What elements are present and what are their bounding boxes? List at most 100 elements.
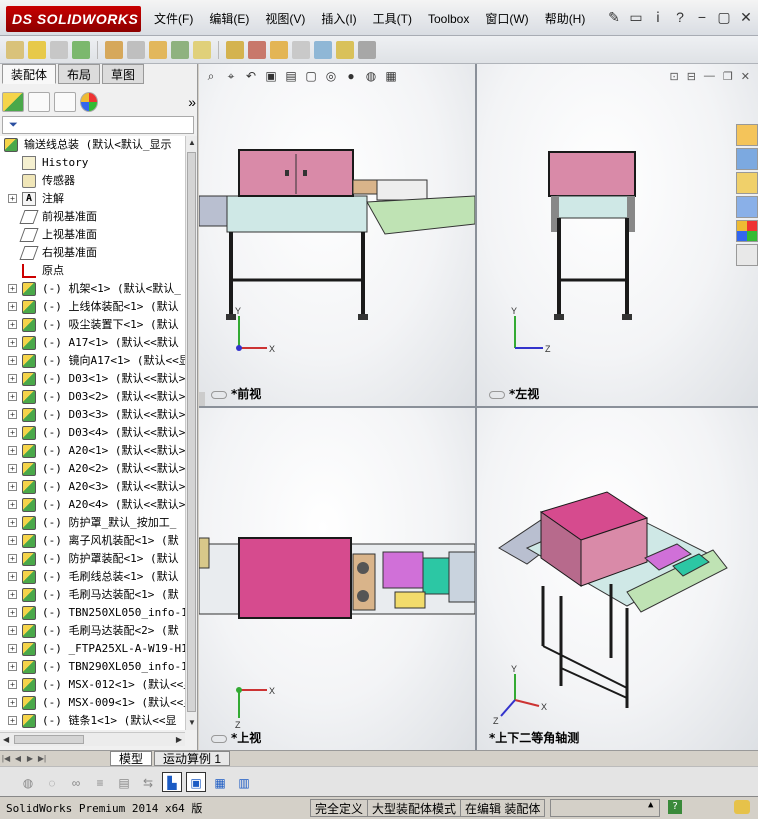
viewport-front[interactable]: ⌕ ⌖ ↶ ▣ ▤ ▢ ◎ ● ◍ ▦ Y X *前视: [199, 64, 475, 406]
appearances-icon[interactable]: [736, 220, 758, 242]
tree-item[interactable]: + A 注解: [0, 190, 185, 208]
tree-item[interactable]: + (-) 链条1<1> (默认<<显: [0, 712, 185, 730]
tree-horizontal-thumb[interactable]: [14, 735, 84, 744]
explode-line-icon[interactable]: [292, 40, 310, 59]
tree-item[interactable]: + (-) A20<3> (默认<<默认>: [0, 478, 185, 496]
play-icon[interactable]: ◌: [42, 772, 62, 792]
tab-assembly[interactable]: 装配体: [2, 64, 57, 84]
prev-tab-icon[interactable]: ◀: [12, 753, 24, 765]
tree-item[interactable]: 输送线总装 (默认<默认_显示: [0, 136, 185, 154]
update-speedpak-icon[interactable]: [336, 40, 354, 59]
viewport-left[interactable]: ⊡ ⊟ — ❐ ✕ Y Z *左视: [477, 64, 758, 406]
expand-toggle-icon[interactable]: +: [8, 482, 17, 491]
tab-motion-study[interactable]: 运动算例 1: [154, 751, 231, 766]
expand-toggle-icon[interactable]: +: [8, 410, 17, 419]
menu-window[interactable]: 窗口(W): [477, 8, 536, 30]
tree-item[interactable]: + (-) 上线体装配<1> (默认: [0, 298, 185, 316]
timeline-icon[interactable]: ≡: [90, 772, 110, 792]
tree-item[interactable]: History: [0, 154, 185, 172]
zoom-to-fit-icon[interactable]: ⌕: [203, 68, 219, 84]
tree-horizontal-scrollbar[interactable]: ◀ ▶: [0, 732, 185, 746]
expand-toggle-icon[interactable]: +: [8, 320, 17, 329]
link-views-icon[interactable]: ⊡: [669, 70, 678, 83]
apply-scene-icon[interactable]: ◍: [363, 68, 379, 84]
3d-view-icon[interactable]: ▣: [186, 771, 206, 792]
expand-toggle-icon[interactable]: +: [8, 716, 17, 725]
expand-toggle-icon[interactable]: +: [8, 302, 17, 311]
expand-toggle-icon[interactable]: +: [8, 338, 17, 347]
tree-item[interactable]: 前视基准面: [0, 208, 185, 226]
expand-toggle-icon[interactable]: +: [8, 536, 17, 545]
tree-item[interactable]: + (-) 毛刷马达装配<2> (默: [0, 622, 185, 640]
expand-toggle-icon[interactable]: +: [8, 392, 17, 401]
status-tag-icon[interactable]: [734, 800, 750, 814]
custom-properties-icon[interactable]: [736, 244, 758, 266]
tree-item[interactable]: + (-) MSX-009<1> (默认<<显: [0, 694, 185, 712]
menu-file[interactable]: 文件(F): [146, 8, 201, 30]
view-settings-icon[interactable]: ▦: [383, 68, 399, 84]
tree-item[interactable]: + (-) A20<2> (默认<<默认>: [0, 460, 185, 478]
viewport-isometric[interactable]: Y X Z *上下二等角轴测: [477, 408, 758, 750]
linear-pattern-icon[interactable]: [72, 40, 90, 59]
key-list-icon[interactable]: ▤: [114, 772, 134, 792]
first-tab-icon[interactable]: |◀: [0, 753, 12, 765]
tree-item[interactable]: + (-) D03<1> (默认<<默认>: [0, 370, 185, 388]
reference-geometry-icon[interactable]: [193, 40, 211, 59]
viewport-top[interactable]: X Z *上视: [199, 408, 475, 750]
smart-fasteners-icon[interactable]: [105, 40, 123, 59]
expand-toggle-icon[interactable]: +: [8, 374, 17, 383]
tree-item[interactable]: + (-) D03<3> (默认<<默认>: [0, 406, 185, 424]
tree-item[interactable]: + (-) TBN290XL050_info-1-: [0, 658, 185, 676]
expand-toggle-icon[interactable]: +: [8, 644, 17, 653]
new-document-icon[interactable]: ▭: [628, 8, 644, 26]
exploded-view-icon[interactable]: [270, 40, 288, 59]
expand-toggle-icon[interactable]: +: [8, 698, 17, 707]
close-icon[interactable]: ✕: [738, 8, 754, 26]
split-handle[interactable]: [199, 392, 205, 406]
tree-item[interactable]: + (-) 毛刷马达装配<1> (默: [0, 586, 185, 604]
solidworks-resources-icon[interactable]: [736, 124, 758, 146]
expand-toggle-icon[interactable]: +: [8, 356, 17, 365]
display-manager-icon[interactable]: [80, 92, 98, 112]
tree-item[interactable]: + (-) TBN250XL050_info-1-: [0, 604, 185, 622]
tree-item[interactable]: + (-) A20<4> (默认<<默认>: [0, 496, 185, 514]
tree-item[interactable]: + (-) 离子风机装配<1> (默: [0, 532, 185, 550]
tree-item[interactable]: + (-) 吸尘装置下<1> (默认: [0, 316, 185, 334]
expand-toggle-icon[interactable]: +: [8, 464, 17, 473]
solidworks-logo[interactable]: DS SOLIDWORKS: [6, 6, 141, 32]
menu-insert[interactable]: 插入(I): [313, 8, 364, 30]
expand-toggle-icon[interactable]: +: [8, 572, 17, 581]
tree-item[interactable]: + (-) MSX-012<1> (默认<<显: [0, 676, 185, 694]
menu-toolbox[interactable]: Toolbox: [420, 8, 477, 30]
restore-icon[interactable]: ▢: [716, 8, 732, 26]
take-snapshot-icon[interactable]: [358, 40, 376, 59]
move-component-icon[interactable]: [127, 40, 145, 59]
expand-toggle-icon[interactable]: +: [8, 662, 17, 671]
assembly-features-icon[interactable]: [171, 40, 189, 59]
viewport-minimize-icon[interactable]: —: [704, 70, 715, 83]
tab-layout[interactable]: 布局: [58, 64, 101, 84]
new-motion-study-icon[interactable]: [226, 40, 244, 59]
insert-component-icon[interactable]: [28, 40, 46, 59]
expand-toggle-icon[interactable]: +: [8, 500, 17, 509]
scroll-down-icon[interactable]: ▼: [188, 718, 196, 728]
calculate-icon[interactable]: ◍: [18, 772, 38, 792]
tree-item[interactable]: + (-) D03<4> (默认<<默认>: [0, 424, 185, 442]
bill-of-materials-icon[interactable]: [248, 40, 266, 59]
expand-toggle-icon[interactable]: +: [8, 626, 17, 635]
status-help-icon[interactable]: ?: [668, 800, 682, 814]
expand-toggle-icon[interactable]: +: [8, 554, 17, 563]
edit-appearance-icon[interactable]: ●: [343, 68, 359, 84]
menu-tools[interactable]: 工具(T): [365, 8, 420, 30]
menu-edit[interactable]: 编辑(E): [201, 8, 257, 30]
tree-item[interactable]: + (-) A20<1> (默认<<默认>: [0, 442, 185, 460]
scroll-up-icon[interactable]: ▲: [188, 138, 196, 148]
save-icon[interactable]: ▥: [234, 772, 254, 792]
tree-vertical-thumb[interactable]: [187, 152, 196, 712]
tree-item[interactable]: + (-) 毛刷线总装<1> (默认: [0, 568, 185, 586]
last-tab-icon[interactable]: ▶|: [36, 753, 48, 765]
scroll-right-icon[interactable]: ▶: [176, 735, 182, 745]
tab-model[interactable]: 模型: [110, 751, 153, 766]
tree-item[interactable]: + (-) 防护罩_默认_按加工_: [0, 514, 185, 532]
menu-help[interactable]: 帮助(H): [537, 8, 594, 30]
